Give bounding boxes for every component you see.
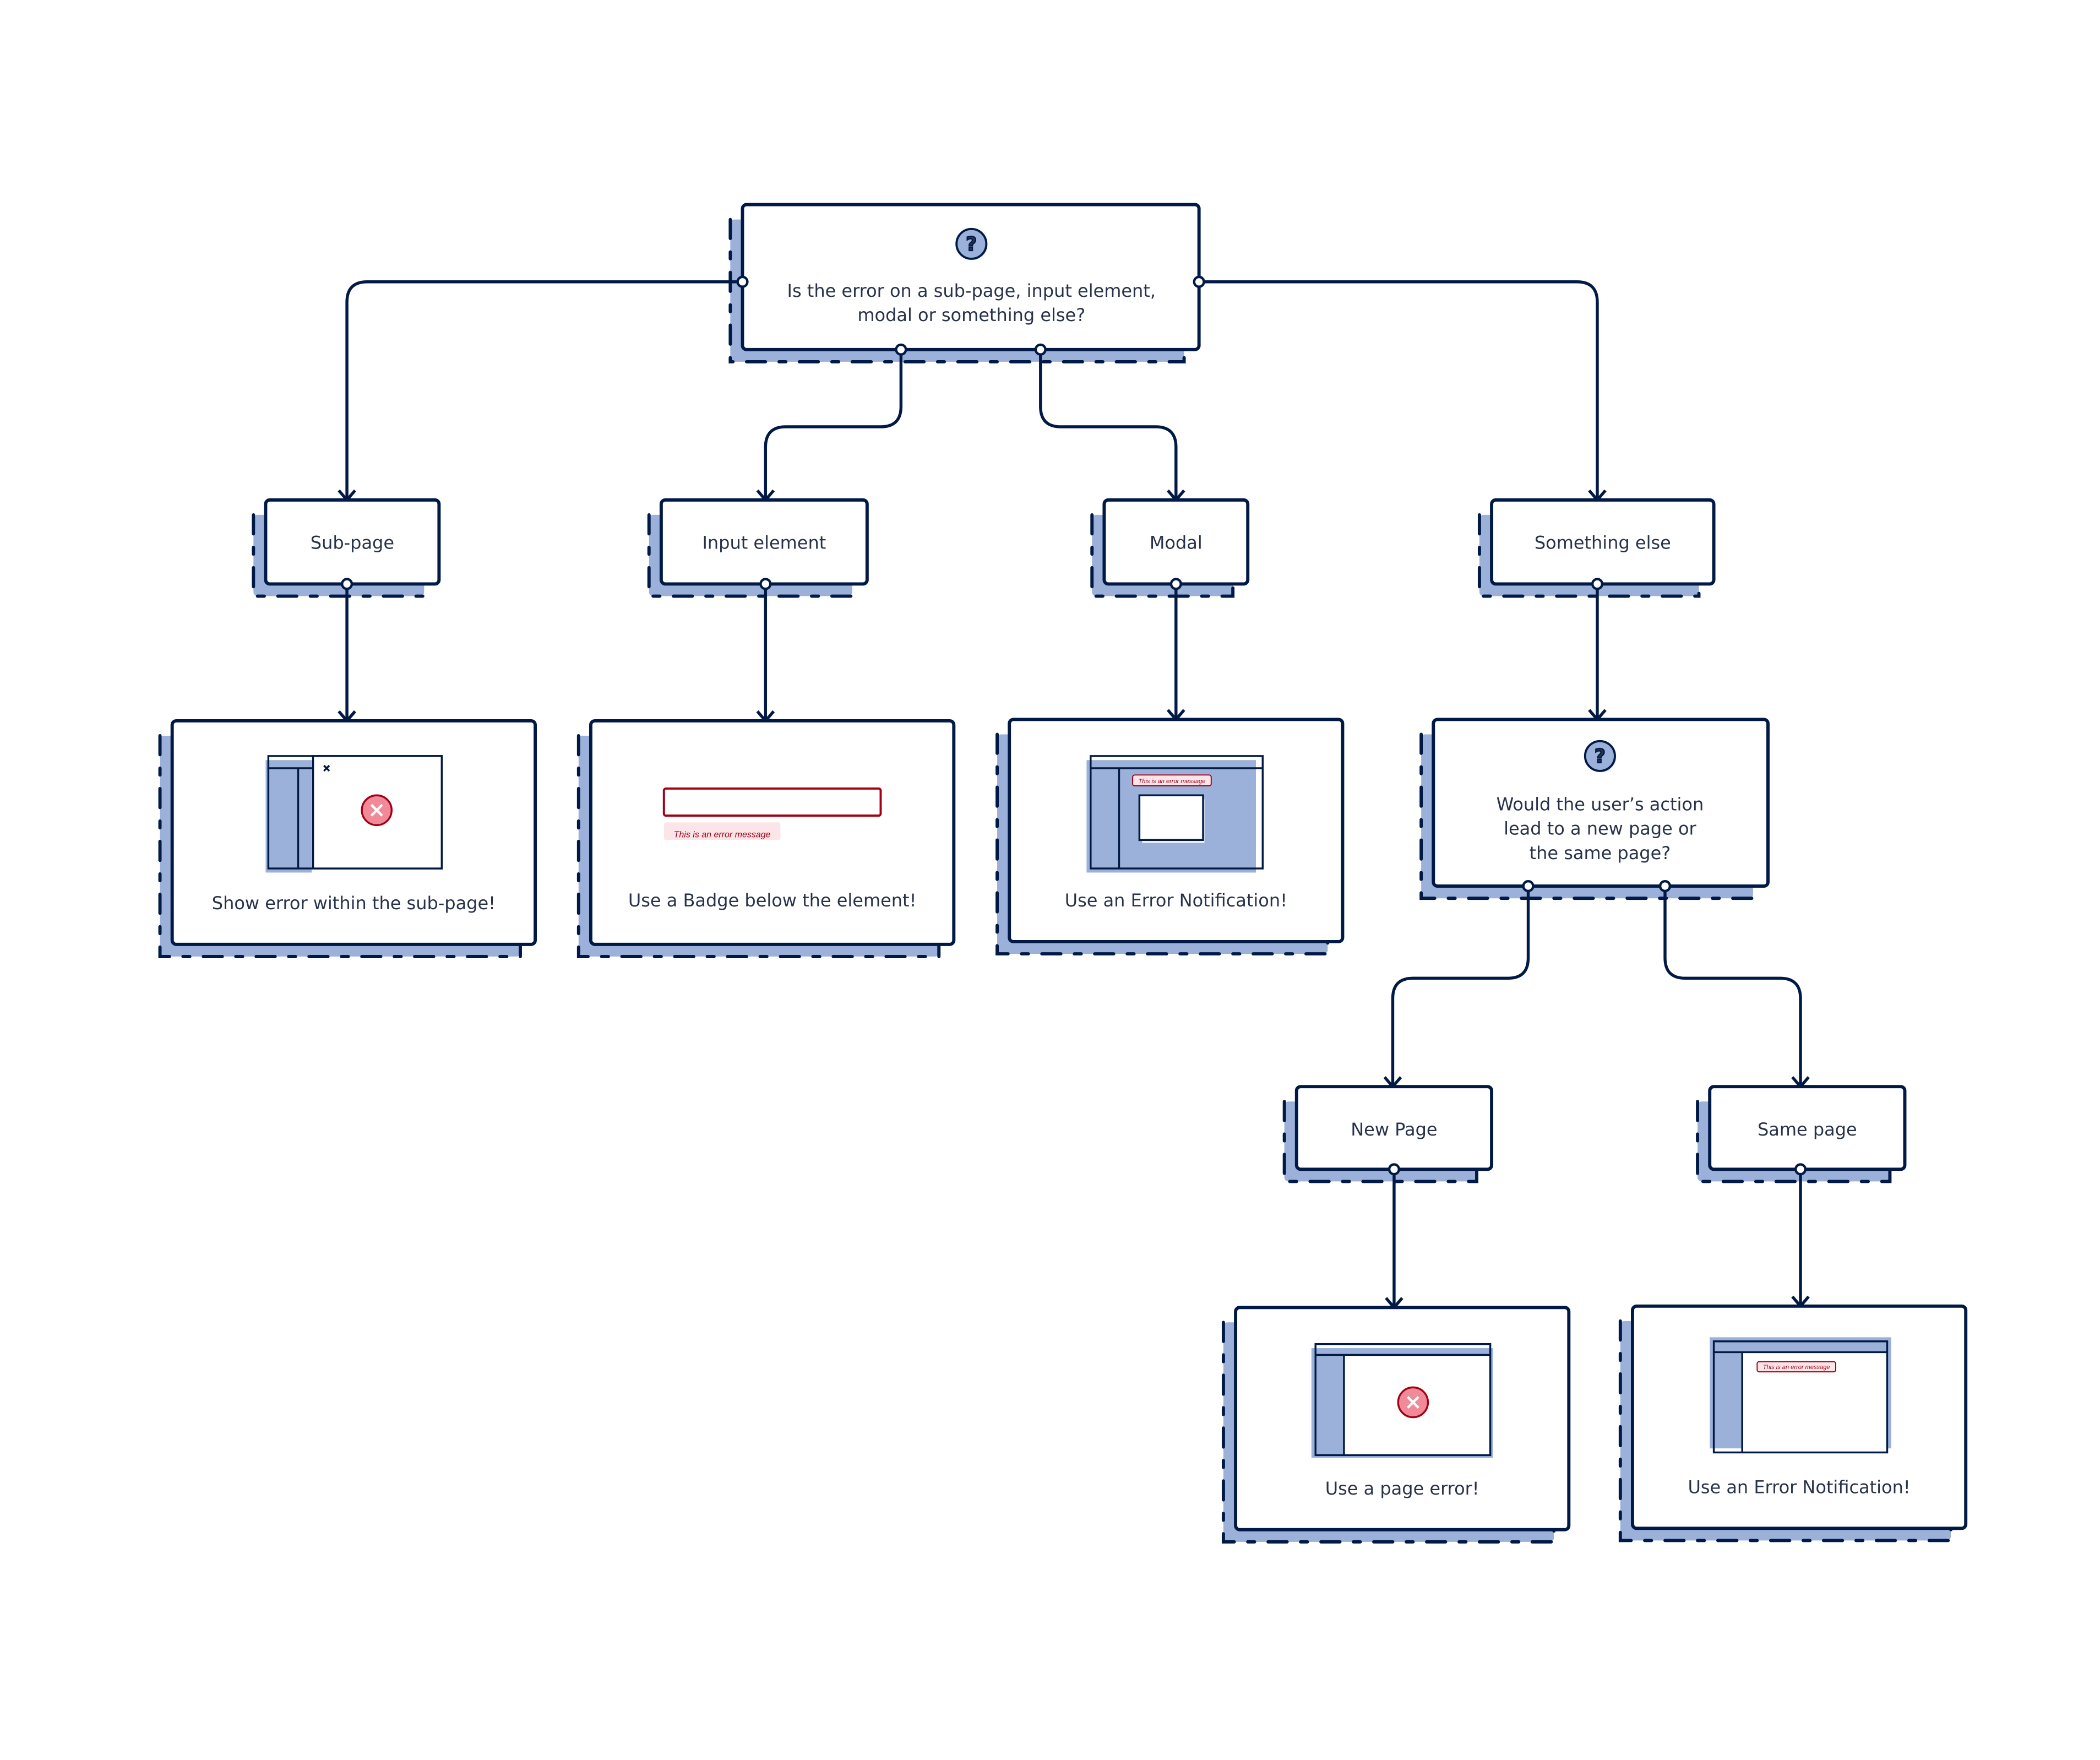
question-line-1: Would the user’s action bbox=[1497, 794, 1704, 814]
connector bbox=[1199, 280, 1599, 500]
question-line-3: the same page? bbox=[1530, 843, 1671, 863]
port-circle bbox=[759, 578, 772, 590]
port-circle bbox=[1658, 880, 1672, 893]
modal-dialog bbox=[1138, 794, 1204, 841]
result-label: Show error within the sub-page! bbox=[212, 893, 496, 914]
port-circle bbox=[1388, 1163, 1401, 1176]
connector bbox=[764, 349, 903, 500]
port-circle bbox=[895, 343, 907, 356]
error-message: This is an error message bbox=[674, 830, 771, 839]
input-field bbox=[662, 787, 882, 817]
option-label: Sub-page bbox=[311, 532, 394, 553]
flowchart: Is the error on a sub-page, input elemen… bbox=[158, 203, 1968, 1544]
sub-page-illustration bbox=[265, 755, 443, 873]
option-label: Something else bbox=[1535, 532, 1671, 553]
rect bbox=[265, 760, 312, 873]
port-circle bbox=[1034, 343, 1047, 356]
question-icon: ? bbox=[955, 227, 988, 260]
connector bbox=[1663, 886, 1802, 1087]
port-circle bbox=[1591, 578, 1604, 590]
root-question-box[interactable] bbox=[741, 203, 1201, 351]
option-label: Same page bbox=[1758, 1119, 1857, 1140]
error-message: This is an error message bbox=[1139, 778, 1206, 785]
port-circle bbox=[341, 578, 353, 590]
question-icon: ? bbox=[1584, 740, 1617, 773]
option-label: New Page bbox=[1351, 1119, 1437, 1140]
port-circle bbox=[736, 275, 749, 288]
error-message: This is an error message bbox=[1763, 1364, 1830, 1371]
modal-illustration: This is an error message bbox=[1086, 755, 1264, 873]
question-mark: ? bbox=[1595, 746, 1606, 768]
option-label: Input element bbox=[702, 532, 826, 553]
result-label: Use an Error Notification! bbox=[1065, 890, 1287, 911]
page-error-illustration bbox=[1311, 1343, 1493, 1458]
option-label: Modal bbox=[1150, 532, 1203, 553]
connector bbox=[1039, 349, 1178, 500]
port-circle bbox=[1522, 880, 1535, 893]
question-line-2: lead to a new page or bbox=[1504, 818, 1696, 839]
port-circle bbox=[1193, 275, 1205, 288]
result-label: Use a Badge below the element! bbox=[628, 890, 917, 911]
question-mark: ? bbox=[966, 233, 977, 256]
connector bbox=[1391, 886, 1530, 1087]
result-label: Use a page error! bbox=[1325, 1478, 1479, 1499]
root-question-line-2: modal or something else? bbox=[857, 305, 1085, 325]
port-circle bbox=[1169, 578, 1182, 590]
result-label: Use an Error Notification! bbox=[1688, 1476, 1910, 1497]
notification-illustration: This is an error message bbox=[1710, 1337, 1891, 1454]
port-circle bbox=[1794, 1163, 1807, 1176]
root-question-line-1: Is the error on a sub-page, input elemen… bbox=[787, 280, 1156, 301]
connector bbox=[345, 280, 743, 500]
